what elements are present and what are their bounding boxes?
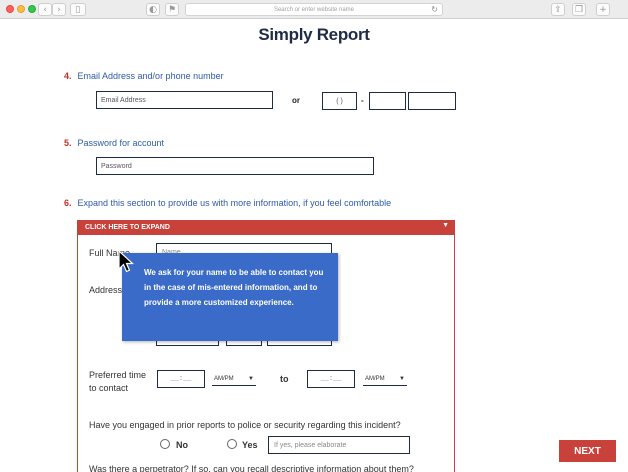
elaborate-field[interactable]: If yes, please elaborate (268, 436, 410, 454)
page-title: Simply Report (258, 25, 370, 44)
password-placeholder: Password (101, 162, 132, 170)
address-label: Address (89, 285, 123, 295)
question-6-number: 6. (64, 198, 72, 208)
no-radio[interactable] (160, 439, 170, 449)
reload-icon[interactable]: ↻ (431, 5, 438, 14)
question-6-label: 6. Expand this section to provide us with… (64, 198, 391, 208)
sidebar-icon[interactable]: ▯ (70, 3, 86, 16)
perpetrator-question: Was there a perpetrator? If so, can you … (89, 464, 414, 472)
phone-prefix-field[interactable] (369, 92, 406, 110)
yes-radio[interactable] (227, 439, 237, 449)
dropdown-arrow-icon: ▼ (399, 376, 405, 382)
preferred-time-label: Preferred time to contact (89, 369, 146, 395)
shield-icon[interactable]: ◐ (146, 3, 160, 16)
name-info-tooltip: We ask for your name to be able to conta… (122, 253, 338, 341)
yes-label: Yes (242, 440, 258, 450)
address-placeholder: Search or enter website name (273, 6, 355, 13)
expand-label: CLICK HERE TO EXPAND (85, 224, 170, 231)
email-placeholder: Email Address (101, 96, 146, 104)
time-from-field[interactable]: __:__ (157, 370, 205, 388)
question-4-label: 4. Email Address and/or phone number (64, 71, 224, 81)
or-label: or (292, 96, 300, 105)
browser-toolbar: ‹ › ▯ ◐ ⚑ Search or enter website name ↻… (0, 0, 628, 19)
new-tab-icon[interactable]: + (596, 3, 610, 16)
close-window-icon[interactable] (6, 5, 14, 13)
time-from-placeholder: __:__ (170, 375, 192, 383)
phone-area-placeholder: ( ) (336, 97, 343, 105)
question-5-number: 5. (64, 138, 72, 148)
ampm-to-select[interactable]: AM/PM ▼ (363, 373, 407, 386)
email-field[interactable]: Email Address (96, 91, 273, 109)
phone-line-field[interactable] (408, 92, 456, 110)
ampm-to-value: AM/PM (365, 376, 385, 382)
question-5-label: 5. Password for account (64, 138, 164, 148)
prior-reports-question: Have you engaged in prior reports to pol… (89, 420, 401, 430)
back-icon[interactable]: ‹ (38, 3, 52, 16)
zoom-window-icon[interactable] (28, 5, 36, 13)
ampm-from-select[interactable]: AM/PM ▼ (212, 373, 256, 386)
phone-dash: - (361, 96, 364, 105)
elaborate-placeholder: If yes, please elaborate (274, 441, 347, 449)
next-button[interactable]: NEXT (559, 440, 616, 462)
share-icon[interactable]: ⇪ (551, 3, 565, 16)
tab-icon[interactable]: ⚑ (165, 3, 179, 16)
question-4-text: Email Address and/or phone number (77, 71, 224, 81)
dropdown-arrow-icon: ▼ (248, 376, 254, 382)
no-label: No (176, 440, 188, 450)
preferred-time-label-line1: Preferred time (89, 370, 147, 380)
phone-area-code-field[interactable]: ( ) (322, 92, 357, 110)
chevron-down-icon: ▼ (442, 222, 449, 229)
minimize-window-icon[interactable] (17, 5, 25, 13)
question-4-number: 4. (64, 71, 72, 81)
ampm-from-value: AM/PM (214, 376, 234, 382)
forward-icon[interactable]: › (52, 3, 66, 16)
preferred-time-label-line2: to contact (89, 383, 129, 393)
address-bar[interactable]: Search or enter website name ↻ (185, 3, 443, 16)
time-to-field[interactable]: __:__ (307, 370, 355, 388)
password-field[interactable]: Password (96, 157, 374, 175)
to-label: to (280, 374, 289, 384)
question-5-text: Password for account (77, 138, 165, 148)
mouse-cursor-icon (118, 250, 135, 273)
expand-section-button[interactable]: CLICK HERE TO EXPAND ▼ (77, 220, 455, 235)
question-6-text: Expand this section to provide us with m… (77, 198, 392, 208)
tabs-icon[interactable]: ❐ (572, 3, 586, 16)
time-to-placeholder: __:__ (320, 375, 342, 383)
